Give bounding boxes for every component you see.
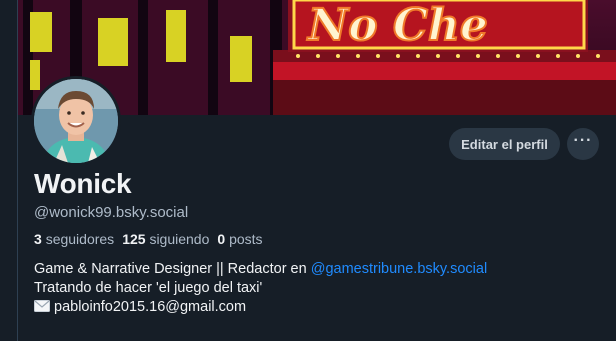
email-address: pabloinfo2015.16@gmail.com: [54, 299, 247, 315]
posts-label: posts: [229, 231, 263, 247]
followers-count: 3: [34, 231, 42, 247]
left-border: [17, 0, 18, 341]
avatar-photo: [34, 79, 118, 163]
profile-handle: @wonick99.bsky.social: [34, 204, 189, 221]
following-label: siguiendo: [149, 231, 210, 247]
gamestribune-link[interactable]: @gamestribune.bsky.social: [311, 261, 487, 277]
ellipsis-icon: ···: [573, 132, 593, 149]
posts-stat: 0 posts: [217, 231, 262, 247]
bio-line-2: Tratando de hacer 'el juego del taxi': [34, 280, 263, 296]
posts-count: 0: [217, 231, 226, 247]
more-options-button[interactable]: ···: [567, 128, 599, 160]
following-stat[interactable]: 125 siguiendo: [122, 231, 209, 247]
avatar[interactable]: [31, 76, 121, 166]
display-name: Wonick: [34, 168, 132, 199]
bio-line-1: Game & Narrative Designer || Redactor en…: [34, 260, 487, 279]
neon-sign-text: No Che: [306, 0, 488, 51]
followers-stat[interactable]: 3 seguidores: [34, 231, 114, 247]
profile-bio: Game & Narrative Designer || Redactor en…: [34, 260, 487, 317]
edit-profile-button[interactable]: Editar el perfil: [449, 128, 560, 160]
following-count: 125: [122, 231, 146, 247]
profile-stats: 3 seguidores 125 siguiendo 0 posts: [34, 231, 263, 247]
envelope-icon: [34, 300, 50, 312]
bio-line-1-text: Game & Narrative Designer || Redactor en: [34, 261, 311, 277]
bio-line-3: pabloinfo2015.16@gmail.com: [34, 298, 487, 317]
followers-label: seguidores: [45, 231, 115, 247]
